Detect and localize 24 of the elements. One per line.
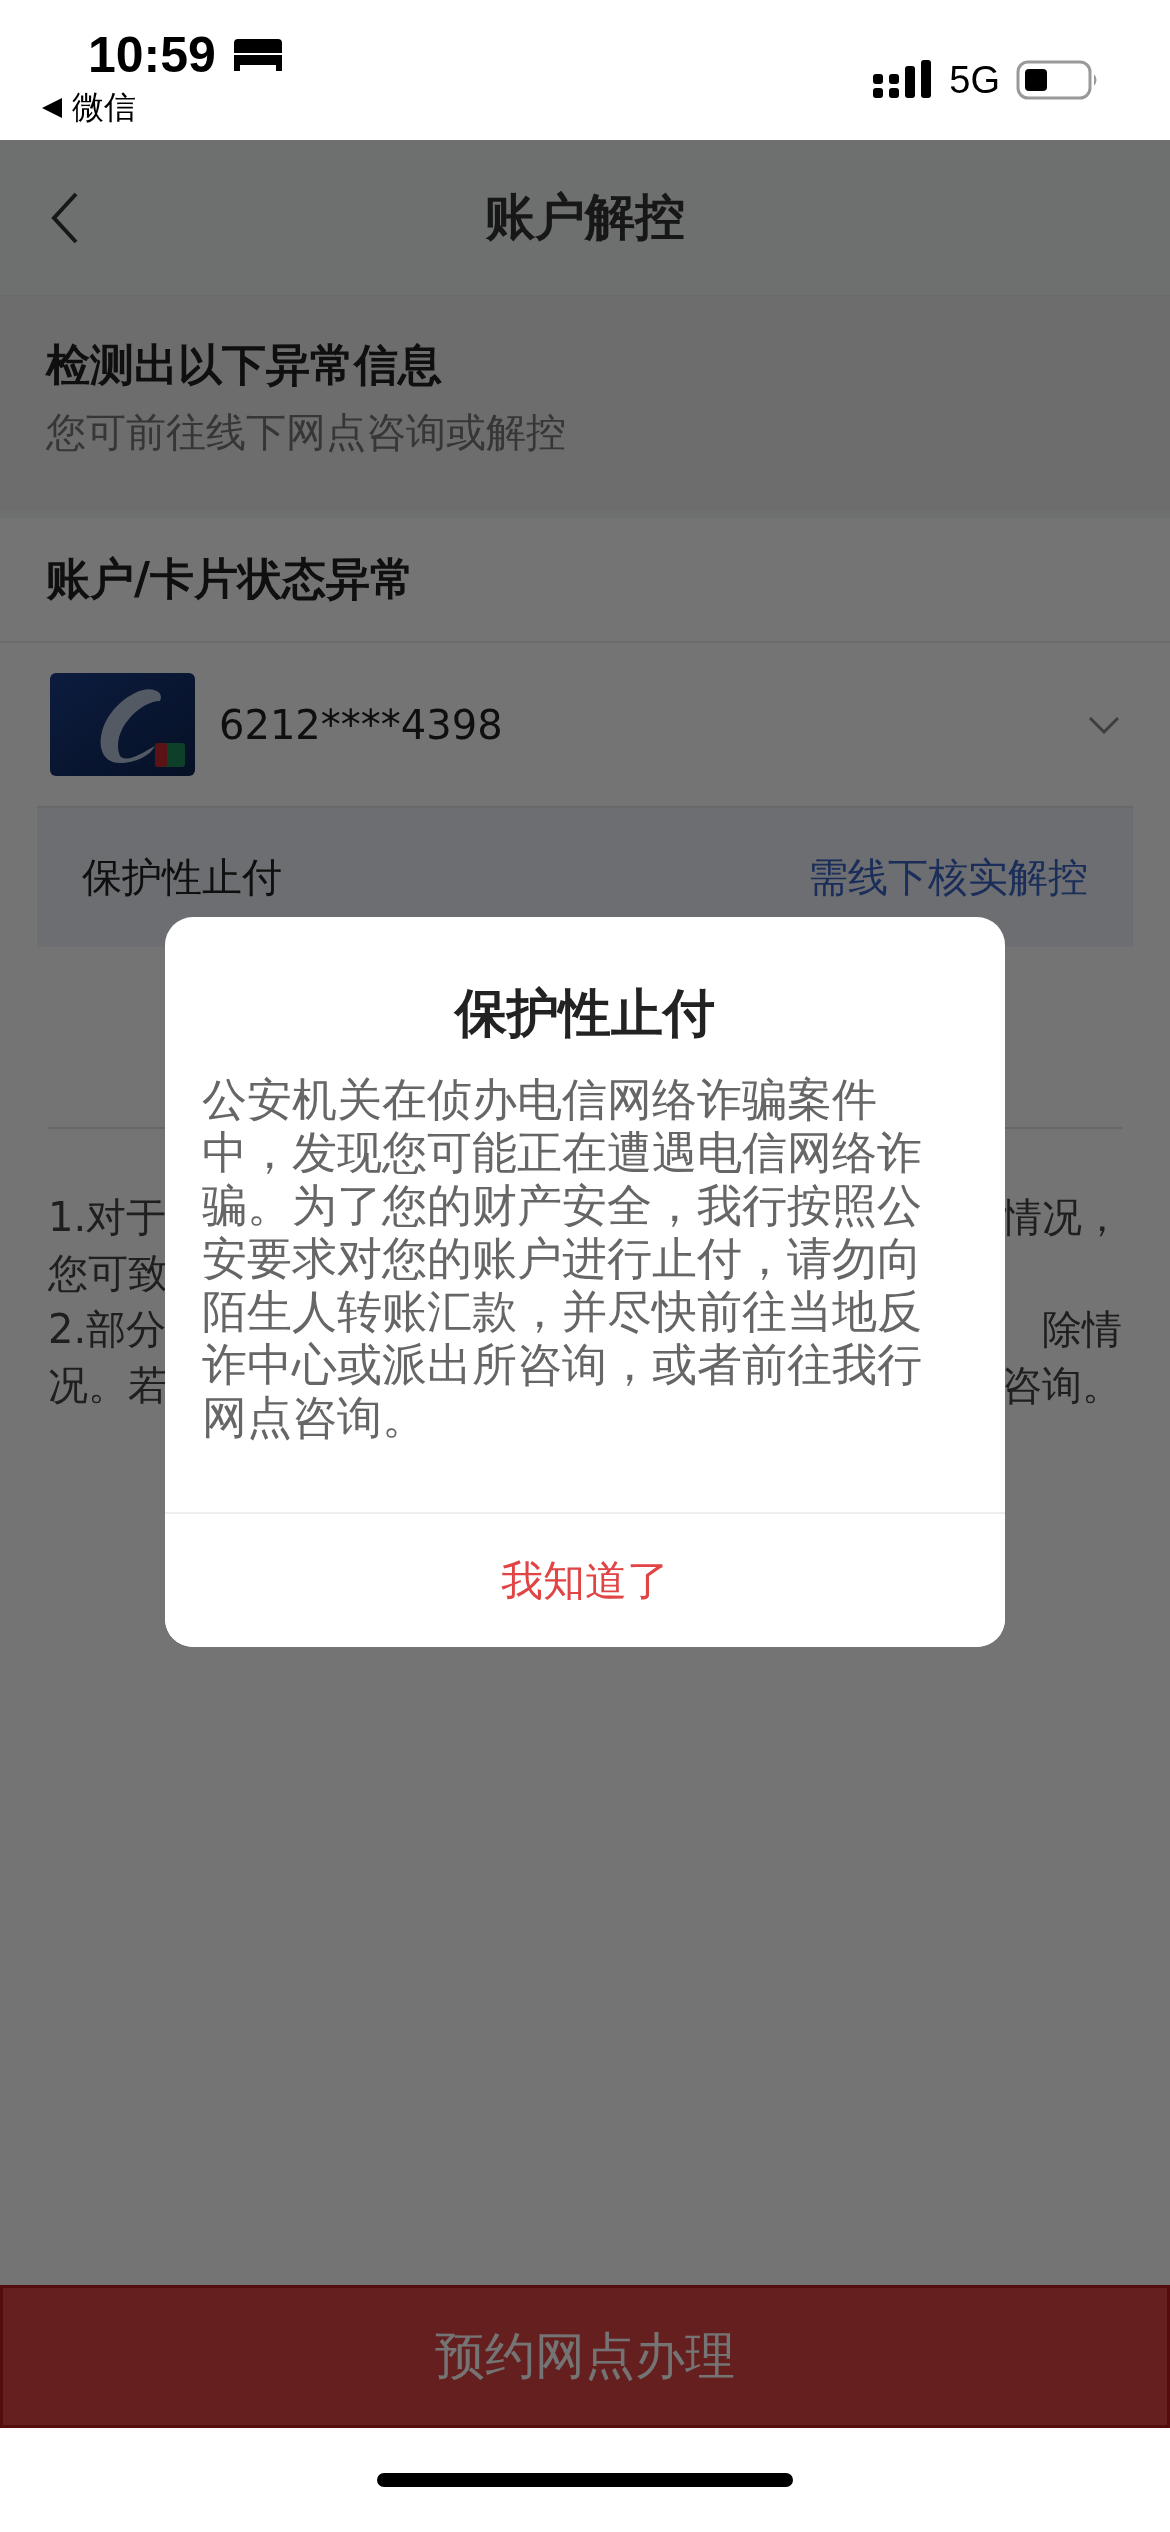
- clock-time: 10:59: [88, 26, 216, 84]
- page-title: 账户解控: [485, 187, 685, 248]
- note-text: 况。若: [48, 1360, 168, 1410]
- unfreeze-link[interactable]: 需线下核实解控: [808, 850, 1088, 905]
- note-text: 您可致: [48, 1248, 168, 1298]
- dialog-message: 公安机关在侦办电信网络诈骗案件中，发现您可能正在遭遇电信网络诈骗。为了您的财产安全，我行按照公安要求对您的账户进行止付，请勿向陌生人转账汇款，并尽快前往当地反诈中心或派出所咨询，或者前往我行网点咨询。: [201, 1073, 923, 1444]
- card-number: 6212****4398: [219, 701, 504, 748]
- back-to-app-link[interactable]: 微信: [72, 86, 136, 130]
- note-text: 2.部分: [48, 1304, 167, 1354]
- section-title: 账户/卡片状态异常: [0, 518, 1170, 643]
- dialog-title: 保护性止付: [453, 982, 716, 1045]
- back-triangle-icon[interactable]: [40, 96, 64, 120]
- signal-icon: [873, 60, 934, 100]
- notice-title: 检测出以下异常信息: [46, 338, 443, 392]
- bank-card-icon: [50, 673, 195, 776]
- status-label: 保护性止付: [82, 853, 282, 902]
- book-branch-button[interactable]: 预约网点办理: [0, 2285, 1170, 2428]
- note-text: 咨询。: [1002, 1360, 1122, 1410]
- acknowledge-button[interactable]: 我知道了: [165, 1512, 1005, 1647]
- bed-icon: [231, 37, 284, 73]
- note-text: 1.对于: [48, 1192, 167, 1242]
- network-type: 5G: [949, 58, 1000, 102]
- chevron-down-icon[interactable]: [1088, 715, 1120, 734]
- note-text: 除情: [1042, 1304, 1122, 1354]
